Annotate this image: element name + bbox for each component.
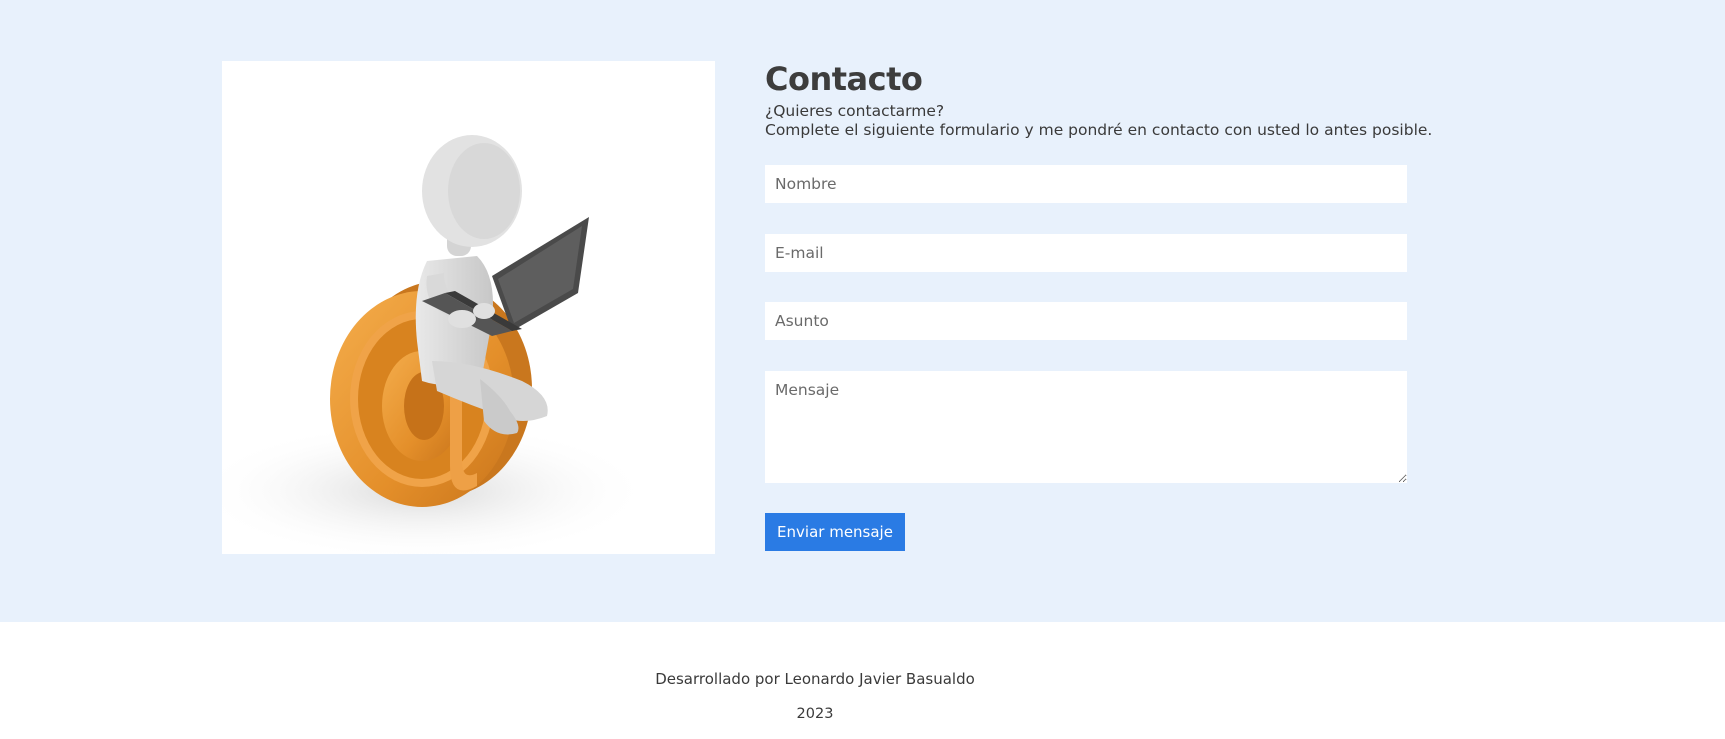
subtitle-line-question: ¿Quieres contactarme? — [765, 102, 945, 120]
subtitle-line-instructions: Complete el siguiente formulario y me po… — [765, 121, 1433, 139]
contact-subtitle: ¿Quieres contactarme? Complete el siguie… — [765, 102, 1433, 140]
page-title: Contacto — [765, 60, 923, 98]
send-message-button[interactable]: Enviar mensaje — [765, 513, 905, 551]
footer-year: 2023 — [796, 706, 834, 722]
email-input[interactable] — [765, 234, 1407, 272]
footer: Desarrollado por Leonardo Javier Basuald… — [0, 622, 1725, 739]
message-textarea[interactable] — [765, 371, 1407, 483]
subject-input[interactable] — [765, 302, 1407, 340]
contact-illustration — [222, 61, 715, 554]
name-input[interactable] — [765, 165, 1407, 203]
contact-section: Contacto ¿Quieres contactarme? Complete … — [0, 0, 1725, 622]
contact-form-column: Contacto ¿Quieres contactarme? Complete … — [765, 58, 1433, 551]
person-laptop-at-sign-icon — [222, 135, 652, 554]
footer-credit: Desarrollado por Leonardo Javier Basuald… — [655, 670, 975, 688]
